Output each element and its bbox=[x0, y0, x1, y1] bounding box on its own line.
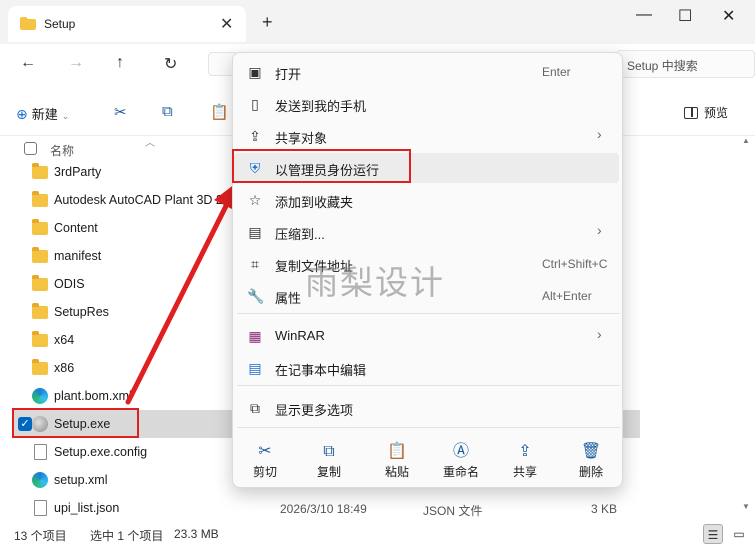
wrench-icon: 🔧 bbox=[247, 288, 265, 304]
copy-action-button[interactable]: ⧉ 复制 bbox=[301, 439, 357, 485]
menu-separator bbox=[237, 385, 620, 386]
cut-icon: ✂ bbox=[258, 443, 272, 460]
menu-item-label: 添加到收藏夹 bbox=[275, 195, 354, 210]
menu-item[interactable]: ▤ 压缩到... › bbox=[233, 217, 624, 247]
more-options-icon: ⧉ bbox=[250, 400, 260, 416]
menu-separator bbox=[237, 313, 620, 314]
rename-icon: Ⓐ bbox=[452, 443, 469, 460]
menu-item-label: 共享对象 bbox=[275, 131, 328, 146]
phone-icon: ▯ bbox=[251, 96, 259, 112]
menu-item[interactable]: ▣ 打开 Enter bbox=[233, 57, 624, 87]
menu-item[interactable]: ☆ 添加到收藏夹 bbox=[233, 185, 624, 215]
menu-item-shortcut: Alt+Enter bbox=[542, 289, 592, 303]
chevron-right-icon: › bbox=[597, 126, 602, 142]
menu-item-label: 压缩到... bbox=[275, 227, 325, 242]
menu-item-label: 在记事本中编辑 bbox=[275, 363, 367, 378]
action-label: 复制 bbox=[316, 465, 341, 479]
paste-action-button[interactable]: 📋 粘贴 bbox=[369, 439, 425, 485]
winrar-icon: ▦ bbox=[248, 328, 262, 344]
menu-item-label: 打开 bbox=[275, 67, 302, 82]
copy-path-icon: ⌗ bbox=[251, 256, 259, 272]
share-icon: ⇪ bbox=[249, 128, 261, 144]
menu-item-label: 属性 bbox=[275, 291, 302, 306]
share-icon: ⇪ bbox=[518, 443, 532, 460]
watermark: 雨梨设计 bbox=[305, 263, 445, 302]
menu-item[interactable]: ▯ 发送到我的手机 bbox=[233, 89, 624, 119]
action-label: 重命名 bbox=[442, 465, 479, 479]
menu-item[interactable]: ▦ WinRAR › bbox=[233, 321, 624, 351]
menu-item[interactable]: ⇪ 共享对象 › bbox=[233, 121, 624, 151]
zip-icon: ▤ bbox=[248, 224, 262, 240]
action-label: 剪切 bbox=[252, 465, 277, 479]
paste-icon: 📋 bbox=[387, 443, 407, 460]
delete-icon: 🗑 bbox=[580, 443, 602, 460]
menu-item[interactable]: ▤ 在记事本中编辑 bbox=[233, 353, 624, 383]
menu-item[interactable]: ⧉ 显示更多选项 bbox=[233, 393, 624, 423]
star-icon: ☆ bbox=[248, 192, 262, 208]
menu-item-shortcut: Ctrl+Shift+C bbox=[542, 257, 608, 271]
action-label: 删除 bbox=[578, 465, 603, 479]
cut-action-button[interactable]: ✂ 剪切 bbox=[237, 439, 293, 485]
highlight-box-run-as-admin bbox=[232, 149, 411, 183]
action-label: 粘贴 bbox=[384, 465, 409, 479]
menu-item-shortcut: Enter bbox=[542, 65, 571, 79]
delete-action-button[interactable]: 🗑 删除 bbox=[563, 439, 619, 485]
menu-item-label: 发送到我的手机 bbox=[275, 99, 367, 114]
chevron-right-icon: › bbox=[597, 326, 602, 342]
menu-item-label: 显示更多选项 bbox=[275, 403, 354, 418]
chevron-right-icon: › bbox=[597, 222, 602, 238]
highlight-box-setup-exe bbox=[12, 408, 139, 438]
open-icon: ▣ bbox=[248, 64, 262, 80]
menu-item-label: WinRAR bbox=[275, 328, 325, 343]
action-label: 共享 bbox=[512, 465, 537, 479]
notepad-icon: ▤ bbox=[248, 360, 262, 376]
share-action-button[interactable]: ⇪ 共享 bbox=[497, 439, 553, 485]
menu-separator bbox=[237, 427, 620, 428]
rename-action-button[interactable]: Ⓐ 重命名 bbox=[433, 439, 489, 485]
copy-icon: ⧉ bbox=[323, 443, 335, 460]
